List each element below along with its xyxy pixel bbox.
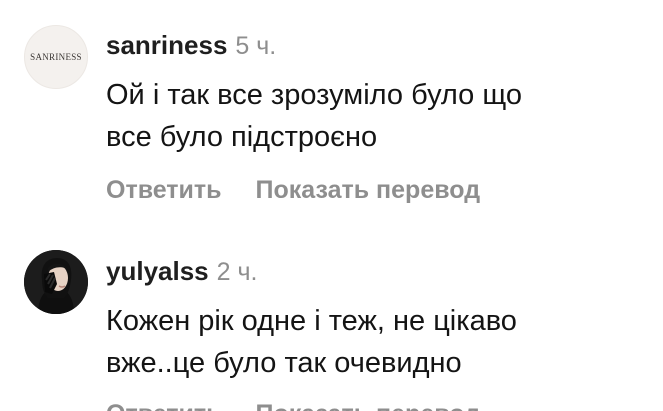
timestamp: 2 ч.: [216, 258, 258, 286]
avatar[interactable]: [24, 250, 88, 314]
comment-text-line: вже..це було так очевидно: [106, 347, 462, 379]
username[interactable]: yulyalss: [106, 256, 209, 286]
comment-text-line: Кожен рік одне і теж, не цікаво: [106, 305, 517, 337]
comment-text: Кожен рік одне і теж, не цікаво вже..це …: [106, 300, 646, 384]
comment-header: yulyalss 2 ч.: [106, 256, 257, 287]
show-translation-button[interactable]: Показать перевод: [256, 399, 481, 411]
comments-page: SANRINESS sanriness 5 ч. Ой і так все зро…: [0, 0, 663, 411]
avatar-photo: [24, 250, 88, 314]
comment-item: yulyalss 2 ч. Кожен рік одне і теж, не ці…: [0, 0, 663, 411]
reply-button[interactable]: Ответить: [106, 399, 222, 411]
comment-actions: Ответить Показать перевод: [106, 399, 480, 411]
